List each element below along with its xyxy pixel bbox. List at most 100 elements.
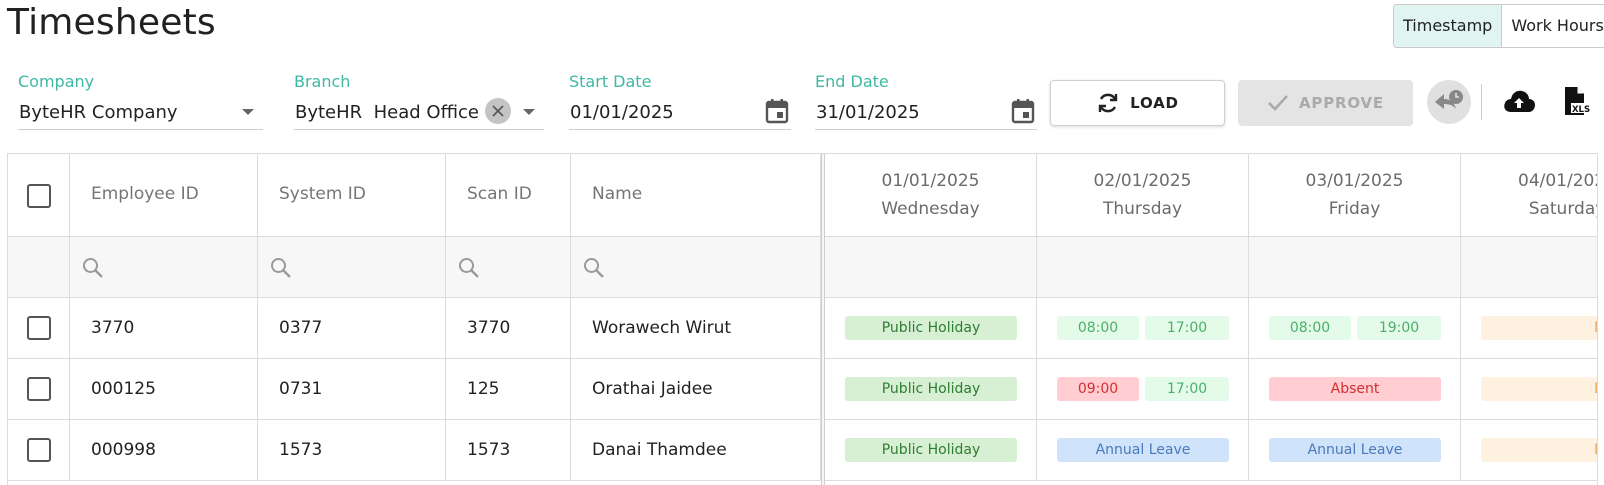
branch-value: ByteHR Head Office <box>295 102 479 123</box>
day-cell: Day Off <box>1461 359 1597 419</box>
name-cell: Worawech Wirut <box>571 298 821 358</box>
cell-text: 000125 <box>91 379 156 399</box>
filter-row <box>8 237 1597 298</box>
col-header-system-id[interactable]: System ID <box>258 154 446 236</box>
col-header-date-1[interactable]: 01/01/2025 Wednesday <box>825 154 1037 236</box>
public-holiday-chip[interactable]: Public Holiday <box>845 316 1017 340</box>
start-date-label: Start Date <box>569 72 652 91</box>
clock-out-chip[interactable]: 17:00 <box>1145 316 1229 340</box>
refresh-icon <box>1098 93 1118 113</box>
filter-name[interactable] <box>571 237 821 297</box>
column-label: Employee ID <box>91 184 199 204</box>
filter-system-id[interactable] <box>258 237 446 297</box>
undo-approval-button[interactable] <box>1427 80 1471 124</box>
public-holiday-chip[interactable]: Public Holiday <box>845 377 1017 401</box>
day-cell: Annual Leave <box>1037 420 1249 480</box>
row-checkbox[interactable] <box>27 377 51 401</box>
col-header-scan-id[interactable]: Scan ID <box>446 154 571 236</box>
pinned-column-divider[interactable] <box>821 154 825 485</box>
day-cell: Annual Leave <box>1249 420 1461 480</box>
cloud-upload-icon[interactable] <box>1502 88 1536 114</box>
company-label: Company <box>18 72 95 91</box>
absent-chip[interactable]: Absent <box>1269 377 1441 401</box>
toolbar-divider <box>1481 84 1482 120</box>
search-icon <box>83 258 103 278</box>
company-value: ByteHR Company <box>19 102 178 123</box>
work-hours-mode-button[interactable]: Work Hours <box>1502 5 1604 47</box>
col-header-date-4[interactable]: 04/01/2025Saturday <box>1461 154 1597 236</box>
system-id-cell: 1573 <box>258 420 446 480</box>
employee-id-cell: 000998 <box>70 420 258 480</box>
clear-branch-icon[interactable] <box>485 98 511 124</box>
calendar-icon[interactable] <box>765 98 789 124</box>
clock-in-chip[interactable]: 08:00 <box>1269 316 1351 340</box>
filter-scan-id[interactable] <box>446 237 571 297</box>
system-id-cell: 0731 <box>258 359 446 419</box>
day-cell: Day Off <box>1461 420 1597 480</box>
select-all-checkbox[interactable] <box>27 184 51 208</box>
calendar-icon[interactable] <box>1011 98 1035 124</box>
col-header-date-2[interactable]: 02/01/2025 Thursday <box>1037 154 1249 236</box>
row-checkbox[interactable] <box>27 438 51 462</box>
cell-text: 0377 <box>279 318 323 338</box>
system-id-cell: 0377 <box>258 298 446 358</box>
start-date-value: 01/01/2025 <box>570 102 674 123</box>
annual-leave-chip[interactable]: Annual Leave <box>1269 438 1441 462</box>
cell-text: Worawech Wirut <box>592 318 732 338</box>
scan-id-cell: 1573 <box>446 420 571 480</box>
end-date-value: 31/01/2025 <box>816 102 920 123</box>
table-row[interactable]: 3770 0377 3770 Worawech Wirut Public Hol… <box>8 298 1597 359</box>
page-title: Timesheets <box>7 2 216 43</box>
day-cell: Public Holiday <box>825 420 1037 480</box>
branch-label: Branch <box>294 72 351 91</box>
clock-out-chip[interactable]: 19:00 <box>1357 316 1441 340</box>
filter-cell <box>1461 237 1597 297</box>
col-header-employee-id[interactable]: Employee ID <box>70 154 258 236</box>
employee-id-cell: 3770 <box>70 298 258 358</box>
day-cell: Absent <box>1249 359 1461 419</box>
end-date-field[interactable]: End Date 31/01/2025 <box>815 72 1037 130</box>
view-mode-toggle[interactable]: Timestamp Work Hours <box>1393 4 1604 48</box>
late-clock-in-chip[interactable]: 09:00 <box>1057 377 1139 401</box>
filter-employee-id[interactable] <box>70 237 258 297</box>
row-select-cell <box>8 298 70 358</box>
clock-in-chip[interactable]: 08:00 <box>1057 316 1139 340</box>
approve-label: APPROVE <box>1299 94 1384 112</box>
day-off-chip[interactable]: Day Off <box>1481 316 1597 340</box>
start-date-field[interactable]: Start Date 01/01/2025 <box>569 72 791 130</box>
name-cell: Danai Thamdee <box>571 420 821 480</box>
public-holiday-chip[interactable]: Public Holiday <box>845 438 1017 462</box>
cell-text: 1573 <box>279 440 323 460</box>
xls-file-icon[interactable]: XLS <box>1562 86 1590 116</box>
filter-cell <box>825 237 1037 297</box>
scan-id-cell: 3770 <box>446 298 571 358</box>
day-cell: 08:00 17:00 <box>1037 298 1249 358</box>
column-label: System ID <box>279 184 366 204</box>
timestamp-mode-button[interactable]: Timestamp <box>1394 5 1503 47</box>
row-select-cell <box>8 359 70 419</box>
col-header-name[interactable]: Name <box>571 154 821 236</box>
table-row[interactable]: 000125 0731 125 Orathai Jaidee Public Ho… <box>8 359 1597 420</box>
clock-out-chip[interactable]: 17:00 <box>1145 377 1229 401</box>
search-icon <box>271 258 291 278</box>
cell-text: 000998 <box>91 440 156 460</box>
chevron-down-icon[interactable] <box>242 109 254 115</box>
name-cell: Orathai Jaidee <box>571 359 821 419</box>
day-cell: Public Holiday <box>825 359 1037 419</box>
scan-id-cell: 125 <box>446 359 571 419</box>
branch-select[interactable]: Branch ByteHR Head Office <box>294 72 544 130</box>
chevron-down-icon[interactable] <box>523 109 535 115</box>
date-header-label: 01/01/2025 Wednesday <box>881 171 980 219</box>
col-header-date-3[interactable]: 03/01/2025 Friday <box>1249 154 1461 236</box>
row-checkbox[interactable] <box>27 316 51 340</box>
table-row[interactable]: 000998 1573 1573 Danai Thamdee Public Ho… <box>8 420 1597 481</box>
load-button[interactable]: LOAD <box>1050 80 1225 126</box>
company-select[interactable]: Company ByteHR Company <box>18 72 263 130</box>
cell-text: 3770 <box>91 318 135 338</box>
day-off-chip[interactable]: Day Off <box>1481 377 1597 401</box>
approve-button[interactable]: APPROVE <box>1238 80 1413 126</box>
day-cell: 08:00 19:00 <box>1249 298 1461 358</box>
annual-leave-chip[interactable]: Annual Leave <box>1057 438 1229 462</box>
undo-clock-icon <box>1435 90 1463 109</box>
day-off-chip[interactable]: Day Off <box>1481 438 1597 462</box>
